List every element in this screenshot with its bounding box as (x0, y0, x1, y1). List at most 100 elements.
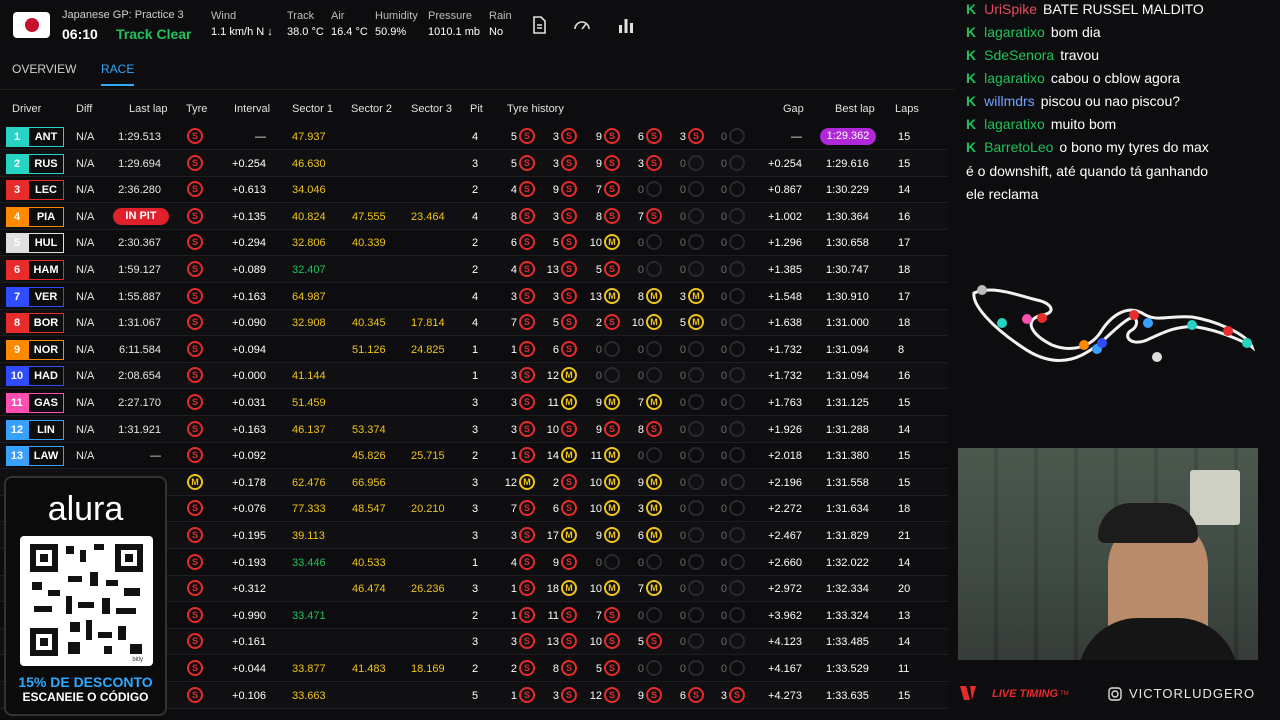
gap-value: +2.272 (768, 503, 802, 516)
stint-laps: 8 (510, 210, 517, 223)
stint-laps: 0 (720, 476, 727, 489)
tab-race[interactable]: RACE (101, 62, 135, 86)
table-row[interactable]: 1ANTN/A1:29.513S—47.93745S3S9S6S3S0E—1:2… (0, 124, 948, 150)
stint-laps: 6 (552, 503, 559, 516)
stint-laps: 0 (720, 503, 727, 516)
position-badge: 2 (6, 153, 28, 174)
driver-code[interactable]: ANT (28, 127, 64, 147)
table-row[interactable]: 8 BOR N/A 1:31.067 S +0.090 32.908 40.345 17.814… (0, 310, 948, 337)
laps-value: 15 (898, 476, 911, 489)
table-row[interactable]: 12 LIN N/A 1:31.921 S +0.163 46.137 53.374 3 3 S 10… (0, 416, 948, 443)
chat-username[interactable]: UriSpike (984, 1, 1037, 17)
table-row[interactable]: 4 PIA N/A IN PIT S +0.135 40.824 47.555 23.464 4 8… (0, 203, 948, 230)
chat-username[interactable]: lagaratixo (984, 24, 1045, 40)
interval-value: +0.089 (232, 264, 266, 276)
stream-layout: Japanese GP: Practice 3 06:10 Track Clea… (0, 0, 1280, 720)
stint-laps: 0 (637, 264, 644, 276)
best-lap-value: 1:31.094 (826, 370, 869, 383)
soft-tyre-icon: S (688, 128, 704, 144)
pit-count: 4 (472, 290, 479, 303)
driver-code[interactable]: LIN (28, 419, 64, 440)
soft-tyre-icon: S (519, 660, 535, 676)
driver-code[interactable]: BOR (28, 313, 64, 334)
document-icon[interactable] (530, 16, 548, 34)
stint-laps: 10 (589, 583, 602, 596)
bar-chart-icon[interactable] (617, 16, 635, 34)
soft-tyre-icon: S (519, 181, 535, 198)
table-row[interactable]: 13LAWN/A—S+0.09245.82625.71521S14M11M0E0… (0, 443, 948, 470)
table-row[interactable]: 11 GAS N/A 2:27.170 S +0.031 51.459 3 3 S 11 M 9 M 7 M 0… (0, 390, 948, 416)
soft-tyre-icon: S (646, 633, 662, 650)
driver-code[interactable]: RUS (28, 153, 64, 174)
driver-code[interactable]: HAD (28, 366, 64, 387)
driver-code[interactable]: HUL (28, 233, 64, 254)
driver-code[interactable]: LEC (28, 180, 64, 201)
chat-username[interactable]: BarretoLeo (984, 139, 1053, 155)
soft-tyre-icon: S (646, 128, 662, 144)
sector-1-value: 41.144 (292, 370, 326, 383)
pit-count: 2 (472, 450, 479, 463)
chat-username[interactable]: willmdrs (984, 93, 1035, 109)
best-lap-value: 1:31.634 (826, 503, 869, 516)
laps-value: 17 (898, 290, 911, 303)
stint-laps: 0 (595, 556, 602, 569)
col-laps: Laps (895, 103, 919, 115)
empty-stint-icon: E (604, 367, 620, 384)
soft-tyre-icon: S (187, 420, 203, 437)
driver-code[interactable]: NOR (28, 339, 64, 360)
gap-value: +1.385 (768, 264, 802, 276)
driver-code[interactable]: PIA (28, 206, 64, 227)
stint-laps: 11 (547, 397, 559, 409)
soft-tyre-icon: S (519, 500, 535, 517)
gap-value: — (791, 131, 802, 143)
sector-1-value: 46.137 (292, 423, 326, 436)
chat-username[interactable]: lagaratixo (984, 116, 1045, 132)
sector-1-value: 39.113 (292, 530, 325, 542)
soft-tyre-icon: S (519, 580, 535, 597)
position-badge: 13 (6, 446, 28, 467)
driver-code[interactable]: VER (28, 286, 64, 307)
table-row[interactable]: 9 NOR N/A 6:11.584 S +0.094 51.126 24.825 1 1 S 6 S 0… (0, 336, 948, 363)
stint-laps: 13 (589, 290, 602, 303)
soft-tyre-icon: S (604, 686, 620, 703)
table-row[interactable]: 5 HUL N/A 2:30.367 S +0.294 32.806 40.339 2 6 S 5 S 1… (0, 230, 948, 257)
table-row[interactable]: 7 VER N/A 1:55.887 S +0.163 64.987 4 3 S 3 S 13 M 8 M 3 M… (0, 283, 948, 310)
position-badge: 6 (6, 260, 28, 280)
empty-stint-icon: E (646, 606, 662, 623)
interval-value: — (255, 131, 266, 143)
empty-stint-icon: E (688, 234, 704, 251)
stint-laps: 8 (552, 663, 559, 675)
soft-tyre-icon: S (604, 660, 620, 676)
interval-value: +0.031 (232, 397, 266, 409)
gap-value: +2.196 (768, 476, 802, 489)
speedometer-icon[interactable] (573, 16, 591, 34)
stint-laps: 9 (637, 476, 644, 489)
tab-overview[interactable]: OVERVIEW (12, 62, 76, 84)
empty-stint-icon: E (604, 553, 620, 570)
pit-count: 3 (472, 636, 479, 649)
empty-stint-icon: E (688, 207, 704, 224)
track-map (972, 285, 1256, 362)
stint-laps: 0 (720, 157, 727, 170)
table-row[interactable]: 6HAMN/A1:59.127S+0.08932.40724S13S5S0E0E… (0, 257, 948, 283)
chat-username[interactable]: SdeSenora (984, 47, 1054, 63)
driver-code[interactable]: GAS (28, 393, 64, 413)
soft-tyre-icon: S (519, 207, 535, 224)
gap-value: +3.962 (768, 609, 802, 622)
driver-code[interactable]: HAM (28, 260, 64, 280)
best-lap-value: 1:31.829 (826, 530, 869, 542)
driver-code[interactable]: LAW (28, 446, 64, 467)
chat-username[interactable]: lagaratixo (984, 70, 1045, 86)
table-row[interactable]: 3LECN/A2:36.280S+0.61334.04624S9S7S0E0E0… (0, 177, 948, 204)
view-tabs: OVERVIEW RACE (0, 58, 955, 90)
empty-stint-icon: E (604, 340, 620, 357)
stint-laps: 1 (510, 609, 517, 622)
chat-text: travou (1060, 47, 1100, 63)
stint-laps: 0 (679, 397, 686, 409)
qr-code[interactable]: bitly (20, 536, 153, 666)
pit-count: 1 (472, 370, 479, 383)
best-lap-value: 1:30.747 (826, 264, 869, 276)
table-row[interactable]: 10HADN/A2:08.654S+0.00041.14413S12M0E0E0… (0, 363, 948, 390)
gap-value: +1.732 (768, 343, 802, 356)
table-row[interactable]: 2RUSN/A1:29.694S+0.25446.63035S3S9S3S0E0… (0, 150, 948, 177)
